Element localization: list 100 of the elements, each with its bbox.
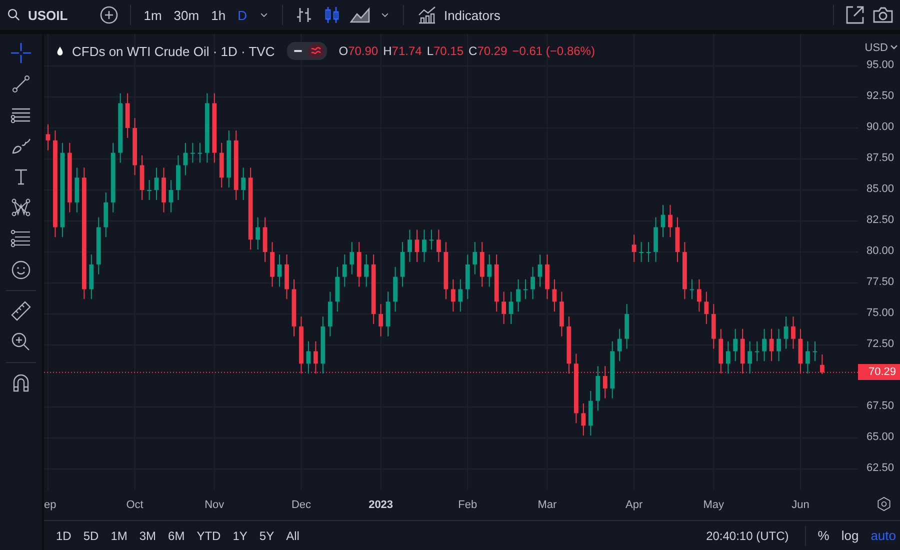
candle <box>378 304 384 337</box>
price-label: 95.00 <box>866 58 894 71</box>
ohlc-key: O <box>338 44 348 58</box>
interval-button[interactable]: 1m <box>140 6 165 24</box>
candle <box>270 242 274 288</box>
wave-toggle[interactable] <box>308 44 324 58</box>
candle <box>212 92 217 164</box>
symbol-name[interactable]: USOIL <box>28 8 68 22</box>
interval-button[interactable]: D <box>234 6 250 24</box>
pattern-icon[interactable] <box>10 197 32 219</box>
candle <box>234 130 238 200</box>
candle <box>386 291 390 337</box>
candle <box>96 216 101 275</box>
candle <box>494 254 499 312</box>
crosshair-icon[interactable] <box>10 42 32 64</box>
candle <box>219 142 224 188</box>
candle <box>624 304 630 350</box>
candle <box>110 142 116 213</box>
price-label: 72.50 <box>866 338 894 350</box>
interval-button[interactable]: 30m <box>170 6 202 24</box>
price-label: 90.00 <box>866 121 894 133</box>
candle <box>545 254 550 300</box>
currency-selector[interactable]: USD <box>864 42 898 54</box>
smiley-icon[interactable] <box>10 259 32 281</box>
candle <box>176 154 180 200</box>
candle <box>183 142 188 176</box>
trend-line-icon[interactable] <box>10 73 32 95</box>
candle <box>132 118 137 176</box>
last-price-badge: 70.29 <box>858 364 900 380</box>
ohlc-value: 70.29 <box>477 44 508 58</box>
candle <box>241 167 246 200</box>
range-button[interactable]: 5D <box>79 526 103 544</box>
time-label: ep <box>44 499 56 511</box>
candle <box>508 291 514 324</box>
candle <box>560 291 564 337</box>
candle <box>769 328 774 362</box>
search-icon[interactable] <box>6 7 22 23</box>
candle <box>718 328 724 374</box>
scale-option[interactable]: auto <box>866 526 900 545</box>
candle <box>306 340 311 374</box>
price-change: −0.61 (−0.86%) <box>512 44 595 58</box>
time-label: Jun <box>792 499 810 511</box>
scale-option[interactable]: log <box>837 526 863 545</box>
candle <box>147 180 152 200</box>
candle <box>125 92 130 138</box>
zoom-in-icon[interactable] <box>10 331 32 353</box>
candle <box>602 366 608 399</box>
interval-button[interactable]: 1h <box>208 6 229 24</box>
price-label: 75.00 <box>866 307 894 320</box>
ruler-icon[interactable] <box>10 300 32 322</box>
candle <box>408 229 412 262</box>
candle <box>696 278 702 312</box>
series-toggle[interactable] <box>286 42 327 60</box>
candle <box>784 316 788 350</box>
share-icon[interactable] <box>844 4 866 26</box>
indicators-button[interactable]: Indicators <box>414 2 502 28</box>
range-button[interactable]: 1Y <box>228 526 252 544</box>
add-icon[interactable] <box>98 4 120 26</box>
range-button[interactable]: 6M <box>164 526 189 544</box>
range-button[interactable]: 5Y <box>255 526 278 544</box>
candle <box>726 340 730 374</box>
candle <box>168 180 174 213</box>
candle <box>89 254 94 300</box>
time-label: Nov <box>204 499 224 511</box>
range-button[interactable]: 3M <box>135 526 160 544</box>
candle <box>140 154 144 200</box>
scale-option[interactable]: % <box>814 526 834 545</box>
candle <box>104 192 108 238</box>
candle <box>812 340 818 362</box>
ohlc-value: 70.15 <box>434 44 464 58</box>
candle <box>581 402 586 436</box>
ohlc-value: 71.74 <box>392 44 422 58</box>
price-label: 80.00 <box>866 245 894 258</box>
symbol-title: CFDs on WTI Crude Oil · 1D · TVC <box>72 44 275 58</box>
range-button[interactable]: 1M <box>106 526 132 544</box>
candle <box>704 291 709 324</box>
range-button[interactable]: All <box>282 526 304 544</box>
candle <box>256 216 260 250</box>
price-label: 87.50 <box>866 152 894 164</box>
candle <box>480 242 484 288</box>
candle <box>320 316 326 374</box>
ohlc-key: L <box>426 44 434 58</box>
candle <box>523 278 528 300</box>
clock-time: 20:40:10 (UTC) <box>706 528 789 542</box>
candle <box>190 142 195 164</box>
settings-icon[interactable] <box>876 496 892 512</box>
candle <box>154 167 159 200</box>
candle <box>46 124 50 151</box>
candle <box>422 229 426 262</box>
chevron-down-icon[interactable] <box>890 43 898 51</box>
candle <box>516 278 520 312</box>
range-button[interactable]: 1D <box>52 526 76 544</box>
candle <box>414 229 420 262</box>
candle <box>400 242 405 288</box>
range-button[interactable]: YTD <box>192 526 225 544</box>
candle <box>472 242 478 275</box>
fibonacci-icon[interactable] <box>10 228 32 250</box>
candle <box>762 328 766 362</box>
candle <box>588 390 593 436</box>
candle <box>429 229 434 250</box>
